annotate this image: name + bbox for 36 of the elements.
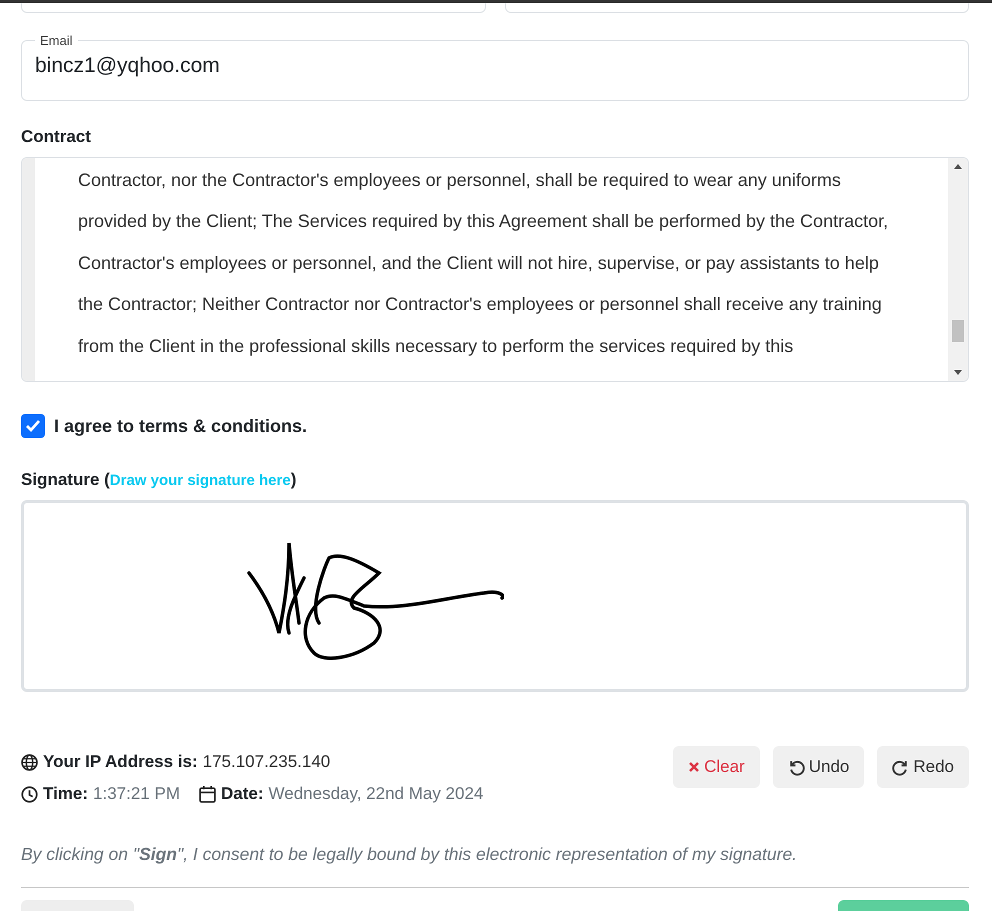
clear-button[interactable]: Clear: [673, 746, 760, 788]
check-icon: [25, 419, 41, 433]
contract-label: Contract: [21, 127, 92, 147]
clock-icon: [21, 786, 38, 802]
contract-text: the Contractor; Neither Contractor nor Contractor's employees or personnel shall receive any training: [78, 293, 883, 316]
scrollbar[interactable]: [948, 158, 968, 381]
email-value: bincz1@yqhoo.com: [35, 53, 221, 78]
undo-icon: [788, 758, 805, 776]
date-value: Wednesday, 22nd May 2024: [268, 784, 484, 804]
signature-pad[interactable]: [21, 500, 969, 692]
agree-checkbox[interactable]: [21, 414, 45, 438]
close-icon: [688, 761, 700, 773]
date-label: Date:: [221, 784, 264, 804]
signature-hint: Draw your signature here: [110, 472, 291, 489]
time-value: 1:37:21 PM: [93, 784, 180, 804]
globe-icon: [21, 754, 38, 770]
scroll-up-icon[interactable]: [954, 164, 962, 169]
contract-text: provided by the Client; The Services required by this Agreement shall be performed by the Contractor,: [78, 210, 890, 234]
scrollbar-thumb[interactable]: [952, 320, 964, 342]
redo-button[interactable]: Redo: [877, 746, 969, 788]
contract-text: Contractor's employees or personnel, and the Client will not hire, supervise, or pay assistants to help: [78, 252, 880, 275]
calendar-icon: [199, 785, 216, 803]
email-field[interactable]: Email bincz1@yqhoo.com: [21, 33, 969, 101]
signature-label: Signature (: [21, 470, 110, 490]
time-label: Time:: [43, 784, 88, 804]
contract-text: from the Client in the professional skills necessary to perform the services required by this: [78, 334, 794, 358]
email-label: Email: [39, 33, 74, 48]
signature-label-end: ): [290, 470, 296, 490]
ip-value: 175.107.235.140: [202, 752, 330, 772]
ip-label: Your IP Address is:: [43, 752, 198, 772]
consent-text: By clicking on "Sign", I consent to be legally bound by this electronic representation of my signature.: [21, 844, 798, 865]
redo-icon: [892, 758, 910, 776]
undo-button[interactable]: Undo: [772, 746, 864, 788]
scroll-down-icon[interactable]: [954, 370, 962, 375]
contract-text: Contractor, nor the Contractor's employees or personnel, shall be required to wear any uniforms: [78, 169, 842, 192]
agree-label: I agree to terms & conditions.: [54, 416, 308, 436]
